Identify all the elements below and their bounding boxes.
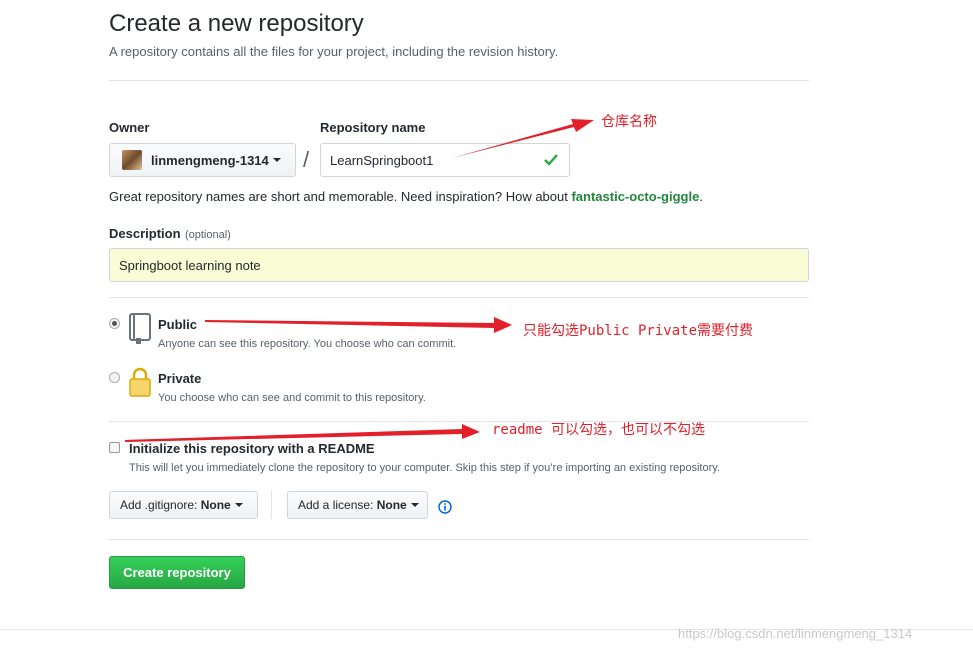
optional-note: (optional) (184, 229, 231, 241)
check-icon (544, 154, 558, 166)
readme-label: Initialize this repository with a README (129, 441, 375, 456)
public-note: Anyone can see this repository. You choo… (158, 338, 457, 350)
annotation-readme: readme 可以勾选，也可以不勾选 (492, 422, 706, 438)
name-hint-end: . (699, 189, 703, 204)
annotation-public: 只能勾选Public Private需要付费 (523, 323, 754, 339)
description-value: Springboot learning note (119, 257, 261, 273)
repo-name-label: Repository name (320, 120, 426, 135)
owner-value: linmengmeng-1314 (151, 152, 269, 168)
divider (109, 80, 809, 81)
chevron-down-icon (272, 158, 281, 162)
page-title: Create a new repository (109, 10, 364, 37)
arrow-to-public (205, 317, 512, 333)
chevron-down-icon (234, 503, 243, 507)
public-label: Public (158, 317, 198, 332)
repo-name-value: LearnSpringboot1 (330, 152, 434, 168)
create-repository-button[interactable]: Create repository (109, 556, 245, 589)
description-label: Description (109, 226, 181, 241)
owner-label: Owner (109, 120, 150, 135)
license-prefix: Add a license: (298, 498, 374, 512)
divider (109, 297, 809, 298)
gitignore-value: None (200, 498, 231, 512)
name-suggestion-link[interactable]: fantastic-octo-giggle (571, 189, 699, 204)
owner-repo-separator: / (303, 147, 310, 172)
public-radio[interactable] (109, 318, 120, 329)
private-label: Private (158, 371, 202, 386)
repo-name-input[interactable]: LearnSpringboot1 (320, 143, 570, 177)
info-icon[interactable] (438, 500, 452, 514)
name-hint-text: Great repository names are short and mem… (109, 189, 572, 204)
license-value: None (376, 498, 407, 512)
page-subtitle: A repository contains all the files for … (109, 44, 559, 59)
arrow-to-readme (125, 424, 480, 442)
gitignore-dropdown[interactable]: Add .gitignore: None (109, 491, 258, 519)
annotation-repo-name: 仓库名称 (601, 114, 657, 130)
vertical-divider (271, 491, 272, 519)
private-note: You choose who can see and commit to thi… (158, 392, 426, 404)
readme-note: This will let you immediately clone the … (129, 462, 720, 474)
owner-dropdown[interactable]: linmengmeng-1314 (109, 143, 296, 177)
chevron-down-icon (410, 503, 419, 507)
lock-icon (129, 367, 151, 397)
private-radio[interactable] (109, 372, 120, 383)
description-label-row: Description (optional) (109, 225, 231, 243)
license-dropdown[interactable]: Add a license: None (287, 491, 428, 519)
divider (109, 539, 809, 540)
watermark: https://blog.csdn.net/linmengmeng_1314 (678, 626, 913, 641)
readme-checkbox[interactable] (109, 442, 120, 453)
description-input[interactable]: Springboot learning note (109, 248, 809, 282)
repo-book-icon (129, 313, 151, 344)
gitignore-prefix: Add .gitignore: (120, 498, 198, 512)
name-hint: Great repository names are short and mem… (109, 189, 703, 204)
avatar (122, 150, 142, 170)
